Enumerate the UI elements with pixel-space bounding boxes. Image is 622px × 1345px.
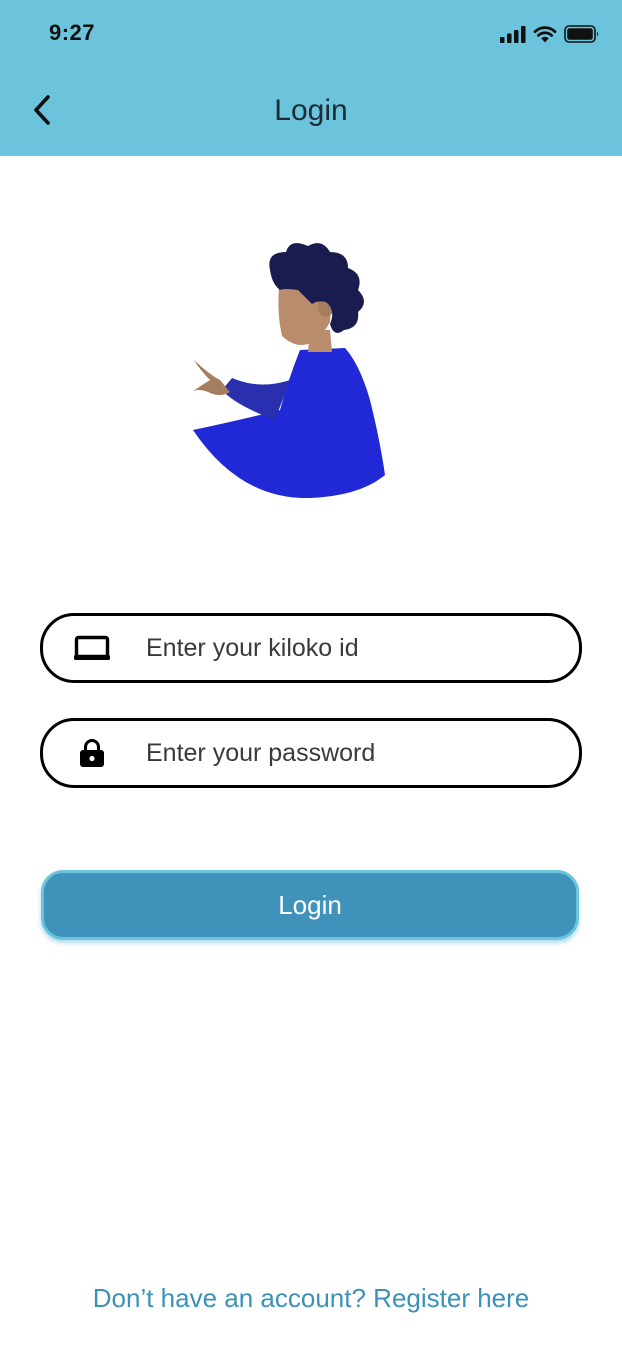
battery-icon	[564, 25, 599, 43]
laptop-icon	[73, 633, 111, 663]
kiloko-id-field[interactable]	[40, 613, 582, 683]
status-icons	[500, 22, 600, 46]
login-button[interactable]: Login	[41, 870, 579, 940]
person-illustration	[192, 243, 385, 499]
page-title: Login	[274, 94, 348, 127]
app-header: 9:27 Login	[0, 0, 622, 156]
signal-icon	[500, 26, 526, 43]
lock-icon	[73, 738, 111, 768]
password-field[interactable]	[40, 718, 582, 788]
register-link[interactable]: Don’t have an account? Register here	[0, 1283, 622, 1314]
wifi-icon	[533, 26, 557, 43]
kiloko-id-input[interactable]	[146, 616, 556, 680]
status-time: 9:27	[49, 20, 96, 45]
password-input[interactable]	[146, 721, 556, 785]
